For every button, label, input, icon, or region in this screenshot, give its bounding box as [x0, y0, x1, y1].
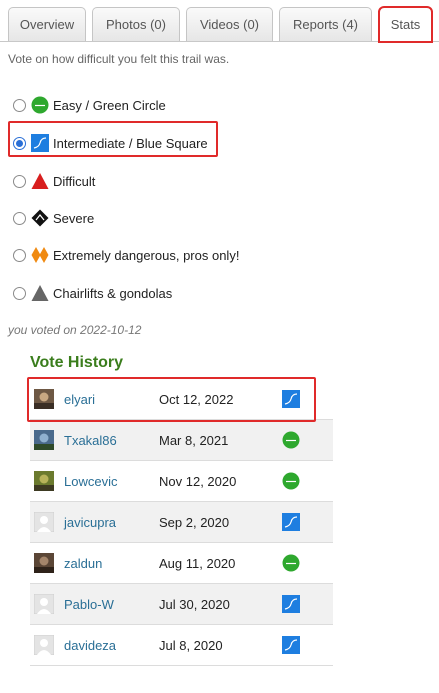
- difficulty-option[interactable]: Severe: [10, 207, 94, 229]
- vote-date: Mar 8, 2021: [159, 433, 229, 448]
- vote-date: Nov 12, 2020: [159, 474, 237, 489]
- username-link[interactable]: javicupra: [64, 515, 116, 530]
- own-vote-highlight: [27, 377, 316, 422]
- username-link[interactable]: davideza: [64, 638, 116, 653]
- difficulty-radio[interactable]: [13, 248, 26, 262]
- username-link[interactable]: Pablo-W: [64, 597, 114, 612]
- gray-triangle-icon: [31, 284, 49, 302]
- difficulty-radio[interactable]: [13, 286, 26, 300]
- red-triangle-icon: [31, 172, 49, 190]
- vote-date: Jul 8, 2020: [159, 638, 223, 653]
- vote-date: Aug 11, 2020: [159, 556, 236, 571]
- avatar[interactable]: [33, 511, 55, 533]
- green-circle-icon: [282, 472, 300, 490]
- blue-square-icon: [282, 595, 300, 613]
- difficulty-radio[interactable]: [13, 98, 26, 112]
- tab-bar: Overview Photos (0) Videos (0) Reports (…: [0, 0, 439, 43]
- blue-square-icon: [282, 636, 300, 654]
- avatar[interactable]: [33, 634, 55, 656]
- vote-history-table: elyari Oct 12, 2022 Txakal86 Mar 8, 2021 Low…: [30, 379, 333, 666]
- vote-date: Jul 30, 2020: [159, 597, 230, 612]
- vote-history-row: zaldun Aug 11, 2020: [30, 543, 333, 584]
- username-link[interactable]: Lowcevic: [64, 474, 117, 489]
- orange-double-diamond-icon: [31, 246, 49, 264]
- tab-videos[interactable]: Videos (0): [186, 7, 273, 41]
- avatar[interactable]: [33, 593, 55, 615]
- green-circle-icon: [31, 96, 49, 114]
- tab-reports[interactable]: Reports (4): [279, 7, 372, 41]
- difficulty-option-label: Severe: [53, 210, 95, 226]
- username-link[interactable]: Txakal86: [64, 433, 117, 448]
- black-diamond-icon: [31, 209, 49, 227]
- difficulty-option-label: Extremely dangerous, pros only!: [53, 247, 240, 263]
- vote-history-row: Lowcevic Nov 12, 2020: [30, 461, 333, 502]
- blue-square-icon: [282, 513, 300, 531]
- difficulty-option[interactable]: Extremely dangerous, pros only!: [10, 244, 239, 266]
- vote-instructions: Vote on how difficult you felt this trai…: [8, 52, 230, 66]
- selected-option-highlight: [8, 121, 218, 157]
- avatar[interactable]: [34, 553, 54, 573]
- avatar[interactable]: [34, 471, 54, 491]
- vote-history-row: Pablo-W Jul 30, 2020: [30, 584, 333, 625]
- vote-history-row: Txakal86 Mar 8, 2021: [30, 420, 333, 461]
- username-link[interactable]: zaldun: [64, 556, 102, 571]
- vote-history-title: Vote History: [30, 354, 124, 371]
- difficulty-radio[interactable]: [13, 174, 26, 188]
- green-circle-icon: [282, 554, 300, 572]
- tab-photos[interactable]: Photos (0): [92, 7, 180, 41]
- difficulty-option-label: Easy / Green Circle: [53, 97, 166, 113]
- difficulty-option-label: Difficult: [53, 173, 96, 189]
- vote-history-row: javicupra Sep 2, 2020: [30, 502, 333, 543]
- difficulty-option[interactable]: Easy / Green Circle: [10, 94, 166, 116]
- avatar[interactable]: [34, 430, 54, 450]
- vote-history-row: davideza Jul 8, 2020: [30, 625, 333, 666]
- voted-date-text: you voted on 2022-10-12: [8, 323, 142, 337]
- difficulty-option[interactable]: Difficult: [10, 170, 95, 192]
- difficulty-radio[interactable]: [13, 211, 26, 225]
- difficulty-option-label: Chairlifts & gondolas: [53, 285, 173, 301]
- vote-date: Sep 2, 2020: [159, 515, 230, 530]
- tab-overview[interactable]: Overview: [8, 7, 86, 41]
- tab-stats[interactable]: Stats: [378, 6, 433, 43]
- green-circle-icon: [282, 431, 300, 449]
- difficulty-option[interactable]: Chairlifts & gondolas: [10, 282, 172, 304]
